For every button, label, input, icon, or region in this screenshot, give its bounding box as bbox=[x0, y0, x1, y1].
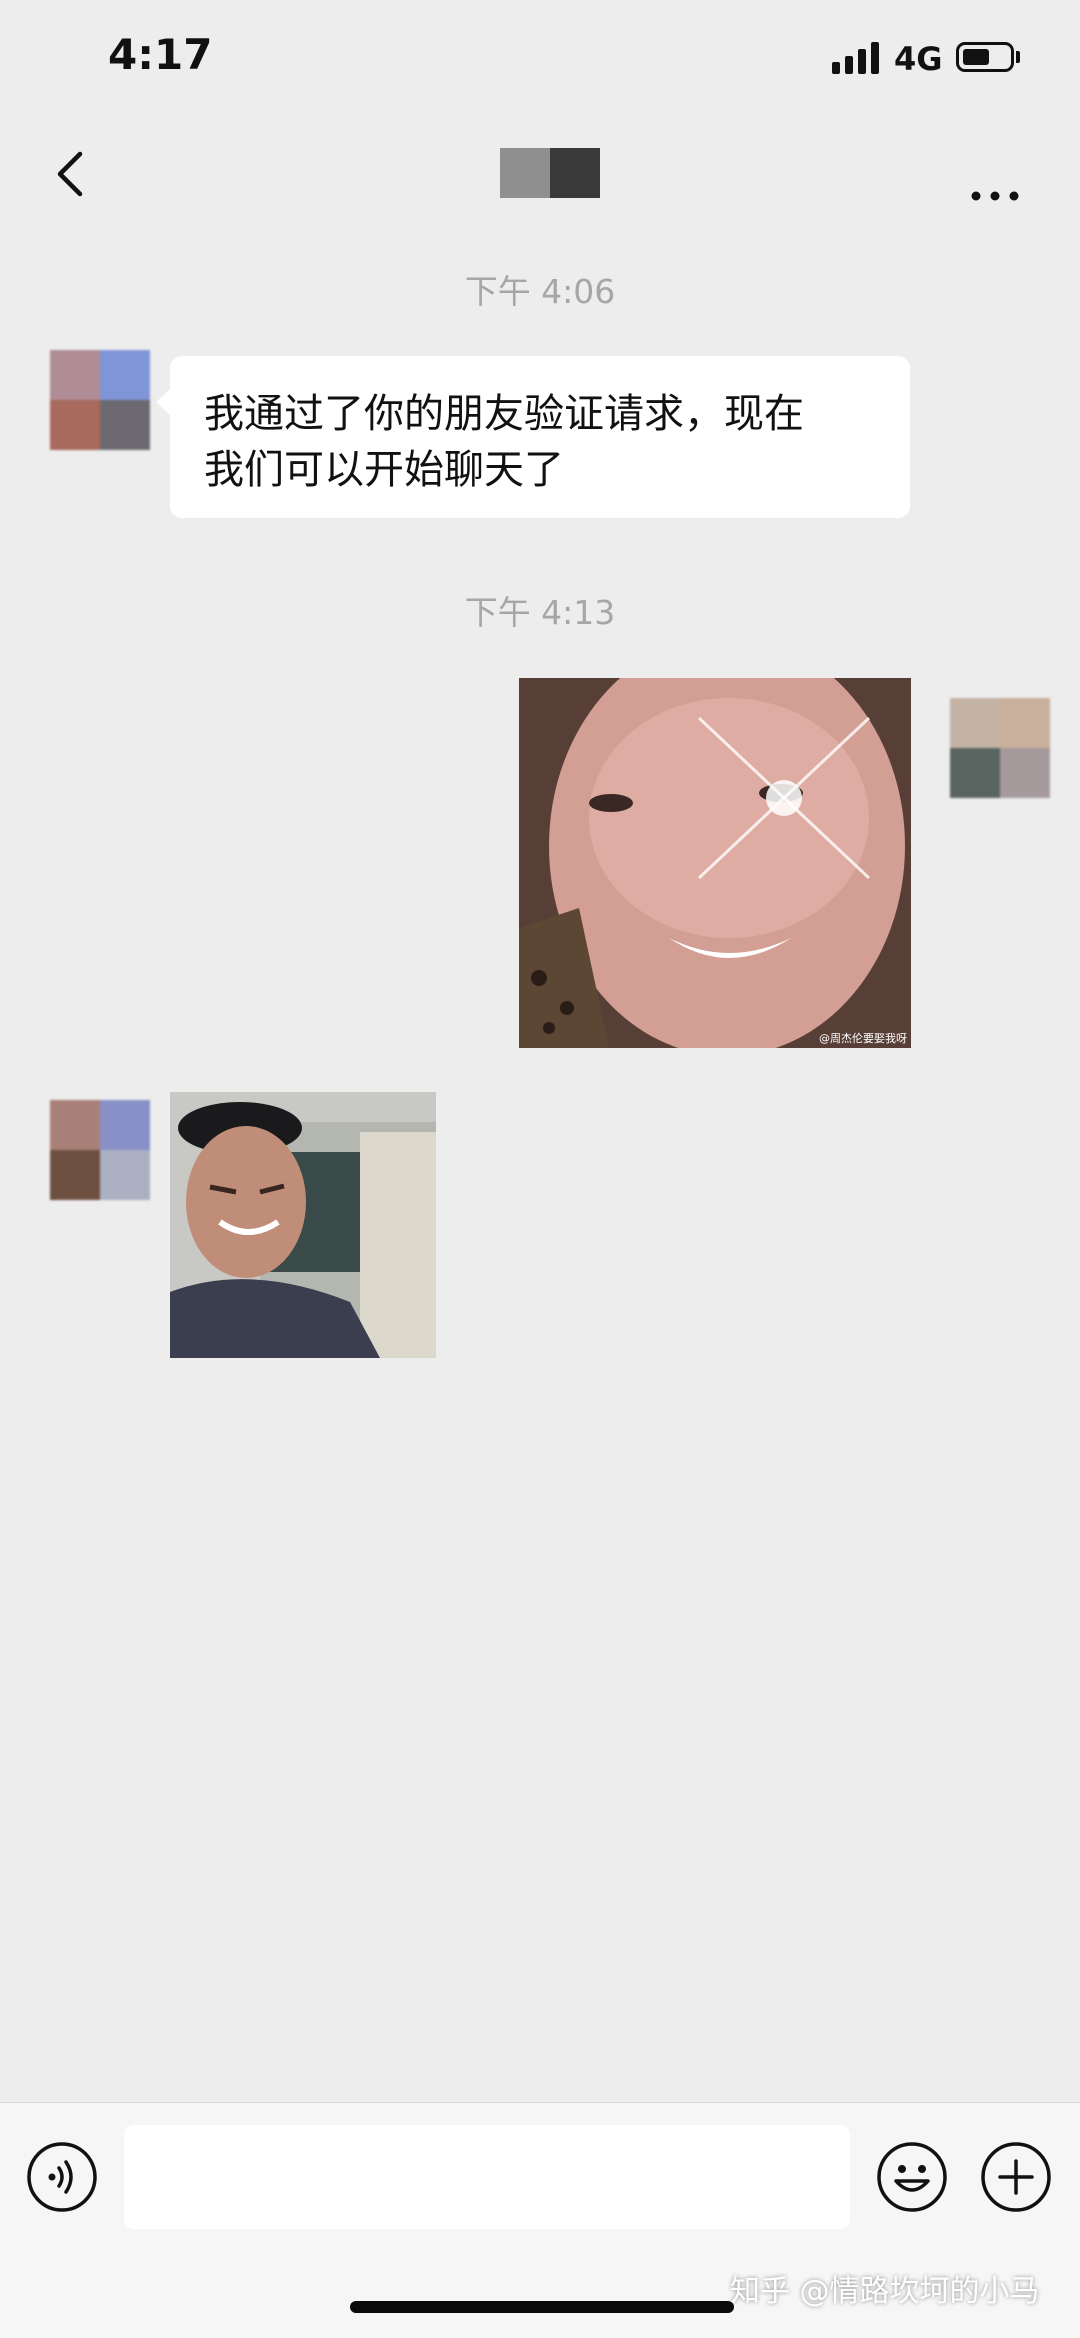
zhihu-watermark: 知乎 @情路坎坷的小马 bbox=[730, 2274, 1040, 2309]
voice-button[interactable] bbox=[26, 2141, 98, 2213]
emoji-button[interactable] bbox=[876, 2141, 948, 2213]
voice-icon bbox=[27, 2142, 97, 2212]
meme-photo-woman-sparkle bbox=[519, 678, 911, 1048]
message-timestamp: 下午 4:06 bbox=[464, 272, 616, 311]
network-type: 4G bbox=[894, 40, 943, 78]
add-button[interactable] bbox=[980, 2141, 1052, 2213]
back-button[interactable] bbox=[44, 144, 104, 204]
message-line: 我们可以开始聊天了 bbox=[204, 447, 564, 493]
chat-header bbox=[0, 120, 1080, 230]
plus-circle-icon bbox=[981, 2142, 1051, 2212]
more-dots-icon bbox=[971, 191, 1019, 201]
self-avatar[interactable] bbox=[950, 698, 1050, 798]
chevron-left-icon bbox=[57, 151, 83, 197]
contact-avatar[interactable] bbox=[50, 350, 150, 450]
signal-bars-icon bbox=[832, 42, 880, 74]
text-message-bubble[interactable]: 我通过了你的朋友验证请求，现在 我们可以开始聊天了 bbox=[156, 356, 910, 518]
meme-photo-laughing-woman bbox=[170, 1092, 436, 1358]
status-bar: 4:17 4G bbox=[0, 0, 1080, 120]
battery-tip bbox=[1016, 51, 1020, 63]
image-caption-watermark: @周杰伦要娶我呀 bbox=[819, 1032, 907, 1045]
battery-icon bbox=[956, 42, 1014, 72]
emoji-icon bbox=[877, 2142, 947, 2212]
contact-avatar[interactable] bbox=[50, 1100, 150, 1200]
message-line: 我通过了你的朋友验证请求，现在 bbox=[204, 391, 804, 437]
chat-title-redacted bbox=[500, 148, 600, 198]
image-message-sticker[interactable]: @周杰伦要娶我呀 bbox=[519, 678, 911, 1048]
image-message-sticker[interactable] bbox=[170, 1092, 436, 1358]
message-timestamp: 下午 4:13 bbox=[464, 593, 616, 632]
message-input[interactable] bbox=[124, 2125, 850, 2229]
home-indicator[interactable] bbox=[350, 2301, 734, 2313]
more-button[interactable] bbox=[958, 144, 1038, 204]
status-time: 4:17 bbox=[108, 30, 213, 79]
